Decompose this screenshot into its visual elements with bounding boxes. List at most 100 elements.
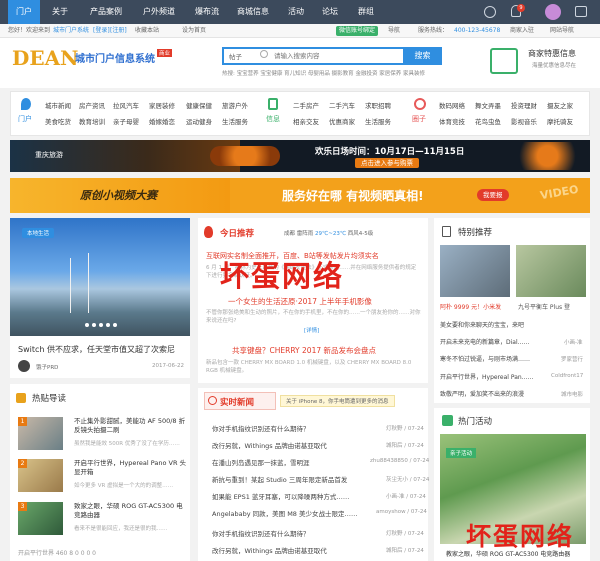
hot-word[interactable]: 母婴用品 [308, 71, 330, 77]
category-link[interactable]: 求职招聘 [365, 100, 391, 110]
nav-item-cases[interactable]: 产品案例 [82, 0, 130, 24]
category-link[interactable]: 房产资讯 [79, 100, 105, 110]
featured-tag: 本地生活 [22, 228, 55, 238]
category-link[interactable]: 花鸟虫鱼 [475, 116, 501, 126]
special-row[interactable]: 致敬严明，爱加笑不出来的浪漫 [440, 389, 524, 398]
category-link[interactable]: 优惠商家 [329, 116, 355, 126]
carousel-dots[interactable] [85, 321, 125, 327]
category-link[interactable]: 健康保健 [186, 100, 212, 110]
hot-word[interactable]: 家居保养 [379, 71, 401, 77]
guide-link[interactable]: 导航 [388, 24, 400, 38]
post-desc: 看来不是很能回应，我还是很的我…… [74, 526, 168, 532]
news-title[interactable]: 你对手机指纹识别还有什么期待？ [212, 423, 310, 433]
category-link[interactable]: 家居装修 [149, 100, 175, 110]
category-link[interactable]: 二手房产 [293, 100, 319, 110]
category-link[interactable]: 影视音乐 [511, 116, 537, 126]
category-link[interactable]: 相亲交友 [293, 116, 319, 126]
news-title[interactable]: 你对手机指纹识别还有什么期待？ [212, 528, 310, 538]
wechat-bind-button[interactable]: 微信账号绑定 [336, 26, 379, 36]
special-caption[interactable]: 阿朴 9999 元！小米发 [440, 302, 501, 311]
category-link[interactable]: 投资理财 [511, 100, 537, 110]
merchant-promo-title[interactable]: 商家特惠信息 [528, 48, 576, 59]
nav-item-forum[interactable]: 论坛 [316, 0, 344, 24]
featured-headline[interactable]: Switch 供不应求，任天堂市值又超了次索尼 [18, 344, 175, 355]
category-link[interactable]: 摄友之家 [547, 100, 573, 110]
post-title[interactable]: 开启平行世界，Hypereal Pano VR 头显开箱 [74, 459, 189, 477]
set-home-link[interactable]: 设为首页 [182, 24, 206, 38]
banner-cta[interactable]: 我要报 [477, 189, 509, 201]
category-link[interactable]: 亲子母婴 [113, 116, 139, 126]
logo[interactable]: DEAN [12, 46, 78, 70]
hot-word[interactable]: 家具装修 [403, 71, 425, 77]
category-link[interactable]: 拉风汽车 [113, 100, 139, 110]
nav-item-groups[interactable]: 群组 [352, 0, 380, 24]
category-link[interactable]: 美食吃货 [45, 116, 71, 126]
nav-item-home[interactable]: 门户 [8, 0, 40, 24]
special-caption[interactable]: 九号平衡车 Plus 登 [518, 302, 570, 311]
more-link[interactable]: [详情] [304, 326, 319, 334]
pin-icon [21, 98, 31, 110]
site-name-link[interactable]: 城市门户系统 [53, 24, 89, 38]
news-title[interactable]: 改行另就，Withings 品牌由诺基亚取代 [212, 440, 327, 450]
search-button[interactable]: 搜索 [403, 47, 442, 65]
category-link[interactable]: 运动健身 [186, 116, 212, 126]
featured-author[interactable]: 饿子PRD [36, 363, 58, 371]
merchant-join-link[interactable]: 商家入驻 [510, 24, 534, 38]
news-title[interactable]: 新抗与重到！某起 Studio 三周年限定新品首发 [212, 474, 347, 484]
search-icon[interactable] [484, 6, 496, 18]
news-title[interactable]: 改行另就，Withings 品牌由诺基亚取代 [212, 545, 327, 555]
news-title[interactable]: Angelababy 同款，美图 M8 美少女战士限定…… [212, 508, 358, 518]
realtime-tip[interactable]: 关于 iPhone 8，你手电筒遭到更多的消息 [280, 395, 395, 407]
post-more-row[interactable]: 开启平行世界 460 8 0 0 0 0 [18, 548, 96, 557]
hot-word[interactable]: 育儿知识 [284, 71, 306, 77]
special-row[interactable]: 开启平行世界，Hypereal Pan…… [440, 372, 534, 381]
category-link[interactable]: 城市新闻 [45, 100, 71, 110]
category-link[interactable]: 教育培训 [79, 116, 105, 126]
nav-item-events[interactable]: 活动 [282, 0, 310, 24]
category-link[interactable]: 数码网络 [439, 100, 465, 110]
category-link[interactable]: 舞文弄墨 [475, 100, 501, 110]
category-link[interactable]: 摩托骑友 [547, 116, 573, 126]
today-item-title[interactable]: 一个女生的生活还原·2017 上半年手机影像 [228, 296, 372, 307]
post-title[interactable]: 致家之眼，华硕 ROG GT-AC5300 电竞路由器 [74, 502, 189, 520]
message-icon[interactable] [575, 6, 587, 17]
halloween-banner[interactable]: 重庆旅游 欢乐日场时间：10月17日—11月15日 点击进入参与购票 [10, 140, 590, 172]
hot-word[interactable]: 金融投资 [355, 71, 377, 77]
news-title[interactable]: 在潘山列岛遇见那一抹蓝，雪明涯 [212, 457, 310, 467]
search-input[interactable] [274, 50, 394, 62]
category-link[interactable]: 体育竞技 [439, 116, 465, 126]
avatar[interactable] [18, 360, 30, 372]
search-type-select[interactable]: 帖子 [229, 51, 242, 61]
avatar[interactable] [545, 4, 561, 20]
hot-word[interactable]: 宝宝营养 [237, 71, 259, 77]
category-link[interactable]: 生活服务 [365, 116, 391, 126]
category-link[interactable]: 生活服务 [222, 116, 248, 126]
special-thumbnail[interactable] [516, 245, 586, 297]
special-thumbnail[interactable] [440, 245, 510, 297]
category-label-portal[interactable]: 门户 [18, 114, 32, 124]
nav-item-about[interactable]: 关于 [45, 0, 75, 24]
video-contest-banner[interactable]: 原创小视频大赛 服务好在哪 有视频晒真相! 我要报 VIDEO [10, 178, 590, 213]
nav-item-outdoor[interactable]: 户外频道 [137, 0, 181, 24]
special-row[interactable]: 寒冬不怕过锐逼，与刚市场满…… [440, 354, 530, 363]
site-nav-link[interactable]: 网站导航 [550, 24, 574, 38]
collect-link[interactable]: 收藏本站 [135, 24, 159, 38]
category-link[interactable]: 旅游户外 [222, 100, 248, 110]
post-title[interactable]: 不止集外影甜腻，美能功 AF 500/8 折反镜头拍摄二刷 [74, 417, 189, 435]
today-item-title[interactable]: 共享键盘？CHERRY 2017 新品发布会盘点 [232, 345, 376, 356]
nav-item-shop[interactable]: 商城信息 [232, 0, 274, 24]
news-title[interactable]: 如果能 EPS1 蓝牙耳塞，可以降噪两种方式…… [212, 491, 349, 501]
category-link[interactable]: 二手汽车 [329, 100, 355, 110]
category-label-info[interactable]: 信息 [266, 114, 280, 124]
nav-item-waterfall[interactable]: 爆布流 [187, 0, 227, 24]
category-label-circle[interactable]: 圈子 [412, 114, 426, 124]
banner-cta[interactable]: 点击进入参与购票 [355, 158, 419, 168]
login-link[interactable]: [登录] [93, 24, 110, 38]
special-row[interactable]: 开启未来充电的新篇章，Dial…… [440, 337, 530, 346]
hot-word[interactable]: 宝宝健康 [260, 71, 282, 77]
special-row[interactable]: 美女要和你来聊天的宝宝，来吧 [440, 320, 524, 329]
register-link[interactable]: [注册] [110, 24, 127, 38]
pumpkin-icon [210, 146, 280, 166]
hot-word[interactable]: 摄影教育 [332, 71, 354, 77]
category-link[interactable]: 婚嫁婚恋 [149, 116, 175, 126]
